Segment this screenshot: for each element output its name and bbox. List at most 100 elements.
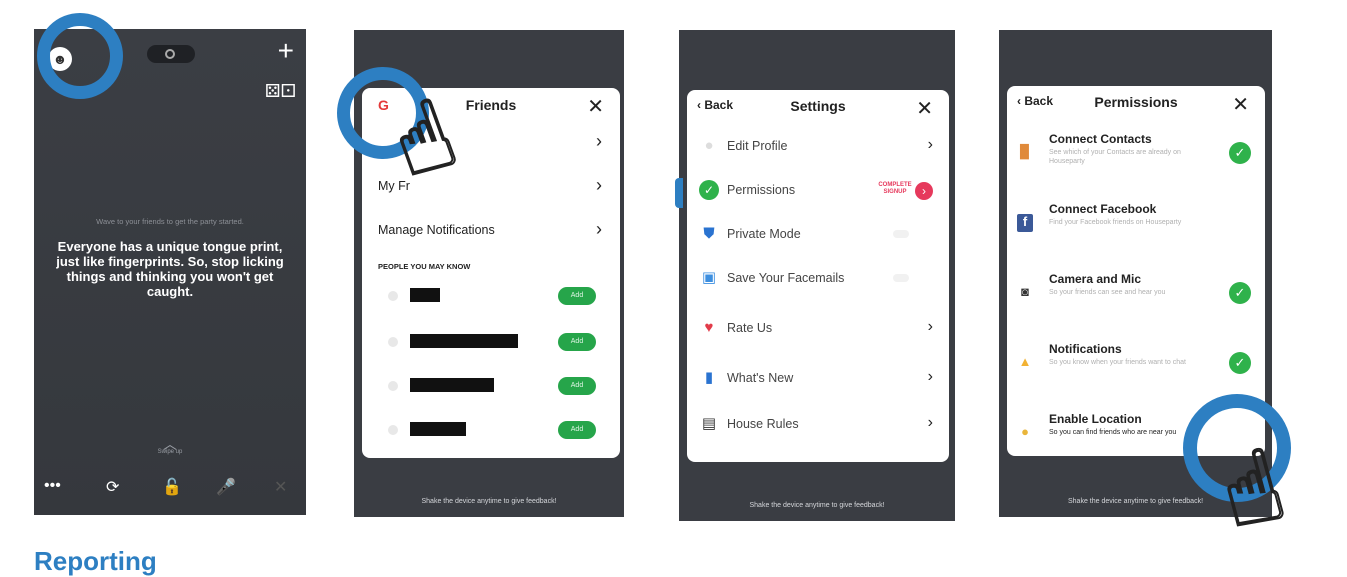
check-icon: ✓	[699, 180, 719, 200]
location-pin-icon: ●	[1021, 424, 1029, 439]
check-icon: ✓	[1229, 142, 1251, 164]
dice-icon[interactable]: ⚄⚀	[265, 81, 296, 102]
avatar	[388, 425, 398, 435]
close-button[interactable]: ✕	[1232, 92, 1249, 117]
party-hint: Wave to your friends to get the party st…	[96, 217, 244, 226]
settings-item-save-facemails[interactable]: ▣ Save Your Facemails	[687, 258, 949, 298]
settings-card: ‹ Back Settings ✕ ● Edit Profile › ✓ Per…	[687, 90, 949, 462]
shield-icon: ⛊	[703, 225, 715, 242]
complete-signup-badge: COMPLETE SIGNUP	[878, 182, 912, 195]
gift-icon: ▮	[704, 369, 714, 386]
settings-item-label: What's New	[727, 371, 794, 385]
chevron-right-icon: ›	[927, 318, 933, 335]
fun-fact: Everyone has a unique tongue print, just…	[56, 239, 284, 299]
settings-item-label: House Rules	[727, 417, 799, 431]
settings-item-rate-us[interactable]: ♥ Rate Us ›	[687, 308, 949, 348]
close-icon[interactable]: ✕	[274, 477, 287, 497]
add-friend-button[interactable]: Add	[558, 287, 596, 305]
suggested-person: Add	[362, 372, 620, 400]
check-icon: ✓	[1229, 352, 1251, 374]
save-facemails-toggle[interactable]	[893, 274, 909, 282]
chevron-right-icon: ›	[596, 131, 602, 151]
settings-item-permissions[interactable]: ✓ Permissions COMPLETE SIGNUP ›	[687, 170, 949, 210]
permission-contacts[interactable]: ▉ Connect Contacts See which of your Con…	[1007, 122, 1265, 192]
camera-screen: ☻ + ⚄⚀ Wave to your friends to get the p…	[34, 29, 306, 515]
feedback-footer: Shake the device anytime to give feedbac…	[421, 498, 557, 505]
chevron-right-icon[interactable]: ›	[915, 182, 933, 200]
room-pill[interactable]	[147, 45, 195, 63]
microphone-icon[interactable]: 🎤	[216, 477, 236, 497]
manage-notifications-row[interactable]: Manage Notifications ›	[362, 214, 620, 248]
swipe-label: Swipe up	[157, 449, 183, 455]
add-friend-button[interactable]: Add	[558, 333, 596, 351]
plus-icon[interactable]: +	[278, 37, 294, 65]
permission-title: Notifications	[1049, 342, 1122, 356]
highlight-ring-permissions	[675, 178, 683, 208]
my-friends-row[interactable]: My Fr ›	[362, 170, 620, 204]
swipe-up-hint: ︿ Swipe up	[152, 436, 188, 455]
heart-icon: ♥	[704, 319, 714, 336]
my-friends-label: My Fr	[378, 179, 410, 193]
manage-notifications-label: Manage Notifications	[378, 223, 495, 237]
redacted-name	[410, 422, 466, 436]
chevron-right-icon: ›	[596, 175, 602, 195]
chevron-right-icon: ›	[927, 368, 933, 385]
settings-item-house-rules[interactable]: ▤ House Rules ›	[687, 404, 949, 444]
facemail-icon: ▣	[701, 269, 717, 286]
permission-desc: So you know when your friends want to ch…	[1049, 359, 1186, 366]
permission-facebook[interactable]: f Connect Facebook Find your Facebook fr…	[1007, 192, 1265, 262]
highlight-ring-profile	[37, 13, 123, 99]
facebook-icon: f	[1017, 214, 1033, 232]
flip-camera-icon[interactable]: ⟳	[106, 477, 119, 497]
rules-icon: ▤	[701, 415, 717, 432]
page-title: Settings	[790, 98, 846, 114]
close-button[interactable]: ✕	[587, 94, 604, 119]
permission-desc: So you can find friends who are near you	[1049, 429, 1177, 436]
redacted-name	[410, 334, 518, 348]
contacts-icon: ▉	[1020, 144, 1030, 159]
permission-title: Enable Location	[1049, 412, 1142, 426]
chevron-right-icon: ›	[927, 414, 933, 431]
settings-item-edit-profile[interactable]: ● Edit Profile ›	[687, 126, 949, 166]
add-friend-button[interactable]: Add	[558, 377, 596, 395]
permission-notifications[interactable]: ▲ Notifications So you know when your fr…	[1007, 332, 1265, 402]
add-friend-button[interactable]: Add	[558, 421, 596, 439]
bottom-toolbar: ••• ⟳ 🔓 🎤 ✕	[34, 477, 306, 503]
feedback-footer: Shake the device anytime to give feedbac…	[749, 502, 885, 509]
close-button[interactable]: ✕	[916, 96, 933, 121]
permission-title: Connect Contacts	[1049, 132, 1152, 146]
suggested-person: Add	[362, 328, 620, 356]
settings-item-label: Permissions	[727, 183, 796, 197]
section-header: PEOPLE YOU MAY KNOW	[378, 262, 471, 271]
permission-desc: So your friends can see and hear you	[1049, 289, 1166, 296]
profile-icon: ●	[704, 137, 714, 154]
settings-item-label: Rate Us	[727, 321, 773, 335]
settings-item-label: Save Your Facemails	[727, 271, 845, 285]
permission-camera-mic[interactable]: ◙ Camera and Mic So your friends can see…	[1007, 262, 1265, 332]
chevron-right-icon: ›	[927, 136, 933, 153]
permission-title: Connect Facebook	[1049, 202, 1157, 216]
private-mode-toggle[interactable]	[893, 230, 909, 238]
settings-item-private-mode[interactable]: ⛊ Private Mode	[687, 214, 949, 254]
suggested-person: Add	[362, 416, 620, 444]
suggested-person: Add	[362, 282, 620, 310]
redacted-name	[410, 378, 494, 392]
chevron-right-icon: ›	[596, 219, 602, 239]
lock-icon[interactable]: 🔓	[162, 477, 182, 497]
permission-title: Camera and Mic	[1049, 272, 1142, 286]
settings-item-whats-new[interactable]: ▮ What's New ›	[687, 358, 949, 398]
settings-screen: ‹ Back Settings ✕ ● Edit Profile › ✓ Per…	[679, 30, 955, 521]
page-title: Permissions	[1094, 94, 1178, 110]
camera-icon: ◙	[1021, 284, 1029, 299]
permission-desc: Find your Facebook friends on Houseparty	[1049, 219, 1182, 226]
check-icon: ✓	[1229, 282, 1251, 304]
avatar	[388, 381, 398, 391]
avatar	[388, 337, 398, 347]
settings-item-label: Private Mode	[727, 227, 801, 241]
more-icon[interactable]: •••	[44, 477, 61, 495]
settings-item-label: Edit Profile	[727, 139, 788, 153]
avatar	[388, 291, 398, 301]
chevron-up-icon: ︿	[163, 436, 177, 452]
bell-icon: ▲	[1018, 354, 1032, 369]
redacted-name	[410, 288, 440, 302]
